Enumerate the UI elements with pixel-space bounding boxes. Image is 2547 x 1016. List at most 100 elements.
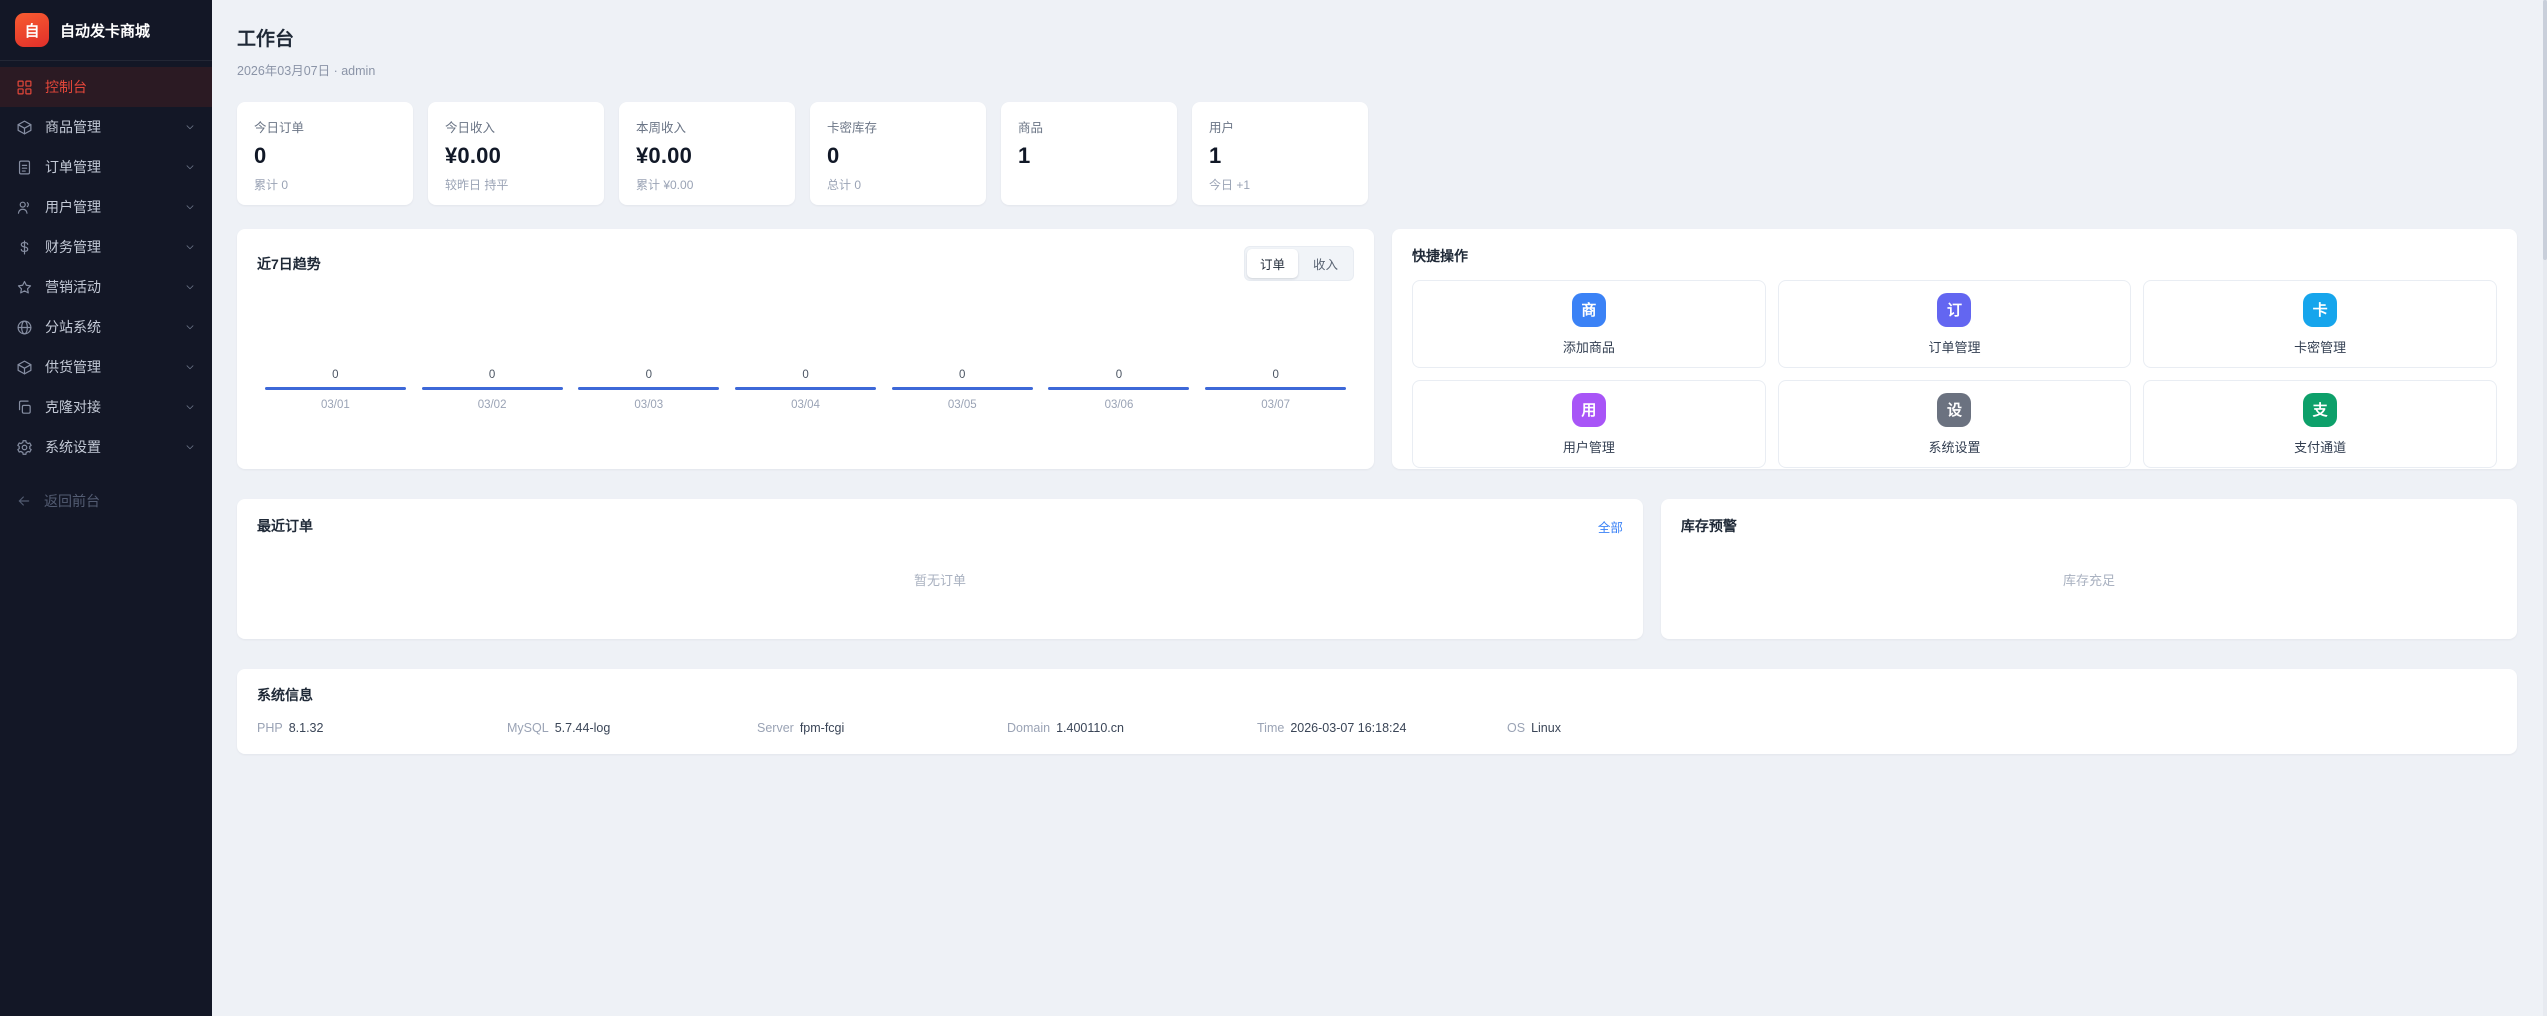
- chart-tick-label: 03/02: [414, 399, 571, 411]
- quick-action-系统设置[interactable]: 设系统设置: [1778, 380, 2132, 468]
- gear-icon: [16, 439, 33, 456]
- sidebar-item-营销活动[interactable]: 营销活动: [0, 267, 212, 307]
- chart-bar: [1048, 387, 1189, 390]
- system-info-card: 系统信息 PHP8.1.32MySQL 5.7.44-log Serverfpm-f…: [237, 669, 2517, 754]
- chart-column: 003/03: [570, 369, 727, 411]
- box-icon: [16, 119, 33, 136]
- app-root: 自 自动发卡商城 控制台商品管理订单管理用户管理财务管理营销活动分站系统供货管理…: [0, 0, 2547, 1016]
- stat-card-卡密库存: 卡密库存0总计 0: [810, 102, 986, 205]
- sidebar-item-label: 用户管理: [45, 197, 172, 217]
- chart-value-label: 0: [1197, 369, 1354, 381]
- system-info-value: fpm-fcgi: [800, 721, 844, 735]
- quick-action-用户管理[interactable]: 用用户管理: [1412, 380, 1766, 468]
- system-info-value: 1.400110.cn: [1056, 721, 1124, 735]
- system-info-PHP: PHP8.1.32: [257, 721, 507, 735]
- quick-action-label: 订单管理: [1928, 337, 1980, 356]
- system-info-label: OS: [1507, 721, 1525, 735]
- system-info-value: 5.7.44-log: [555, 721, 611, 735]
- view-all-orders-link[interactable]: 全部: [1598, 517, 1623, 536]
- chart-bar: [578, 387, 719, 390]
- stock-alert-title: 库存预警: [1681, 516, 1737, 536]
- sidebar-item-label: 分站系统: [45, 317, 172, 337]
- chart-column: 003/01: [257, 369, 414, 411]
- sidebar-item-分站系统[interactable]: 分站系统: [0, 307, 212, 347]
- quick-action-icon: 订: [1937, 293, 1971, 327]
- system-info-Server: Serverfpm-fcgi: [757, 721, 1007, 735]
- sidebar-item-back-to-front[interactable]: 返回前台: [0, 481, 212, 521]
- stat-value: 0: [254, 143, 396, 169]
- recent-orders-title: 最近订单: [257, 516, 313, 536]
- quick-action-label: 卡密管理: [2294, 337, 2346, 356]
- trend-toggle-收入[interactable]: 收入: [1300, 249, 1351, 278]
- quick-action-支付通道[interactable]: 支支付通道: [2143, 380, 2497, 468]
- quick-actions-card: 快捷操作 商添加商品订订单管理卡卡密管理用用户管理设系统设置支支付通道: [1392, 229, 2517, 469]
- chart-column: 003/07: [1197, 369, 1354, 411]
- copy-icon: [16, 399, 33, 416]
- recent-orders-card: 最近订单 全部 暂无订单: [237, 499, 1643, 639]
- sidebar-footer-label: 返回前台: [44, 491, 100, 511]
- quick-actions-grid: 商添加商品订订单管理卡卡密管理用用户管理设系统设置支支付通道: [1412, 280, 2497, 468]
- sidebar-item-供货管理[interactable]: 供货管理: [0, 347, 212, 387]
- sidebar-item-控制台[interactable]: 控制台: [0, 67, 212, 107]
- chart-column: 003/04: [727, 369, 884, 411]
- stats-row: 今日订单0累计 0今日收入¥0.00较昨日 持平本周收入¥0.00累计 ¥0.0…: [237, 102, 2517, 205]
- stock-alert-card: 库存预警 库存充足: [1661, 499, 2517, 639]
- sidebar-item-用户管理[interactable]: 用户管理: [0, 187, 212, 227]
- stat-card-本周收入: 本周收入¥0.00累计 ¥0.00: [619, 102, 795, 205]
- quick-action-icon: 支: [2303, 393, 2337, 427]
- system-info-value: Linux: [1531, 721, 1561, 735]
- chart-bar: [1205, 387, 1346, 390]
- app-title: 自动发卡商城: [60, 20, 150, 41]
- system-info-label: MySQL: [507, 721, 549, 735]
- sidebar-item-财务管理[interactable]: 财务管理: [0, 227, 212, 267]
- quick-action-卡密管理[interactable]: 卡卡密管理: [2143, 280, 2497, 368]
- stat-value: 0: [827, 143, 969, 169]
- sidebar-item-label: 商品管理: [45, 117, 172, 137]
- system-info-label: Domain: [1007, 721, 1050, 735]
- sidebar-item-系统设置[interactable]: 系统设置: [0, 427, 212, 467]
- app-logo-char: 自: [24, 20, 39, 41]
- page-subtitle: 2026年03月07日 · admin: [237, 60, 2517, 79]
- chart-value-label: 0: [1041, 369, 1198, 381]
- stat-label: 商品: [1018, 117, 1160, 136]
- chart-tick-label: 03/05: [884, 399, 1041, 411]
- chart-column: 0 03/06: [1041, 369, 1198, 411]
- system-info-MySQL: MySQL 5.7.44-log: [507, 721, 757, 735]
- page-title: 工作台: [237, 24, 2517, 51]
- chevron-down-icon: [184, 281, 196, 293]
- stat-value: ¥0.00: [445, 143, 587, 169]
- arrow-left-icon: [16, 493, 32, 509]
- chart-bar: [735, 387, 876, 390]
- quick-action-label: 用户管理: [1563, 437, 1615, 456]
- chart-tick-label: 03/06: [1041, 399, 1198, 411]
- quick-action-icon: 用: [1572, 393, 1606, 427]
- trend-card: 近7日趋势 订单收入 003/01003/02003/03003/04003/0…: [237, 229, 1374, 469]
- quick-action-添加商品[interactable]: 商添加商品: [1412, 280, 1766, 368]
- stat-card-今日收入: 今日收入¥0.00较昨日 持平: [428, 102, 604, 205]
- trend-card-header: 近7日趋势 订单收入: [257, 246, 1354, 281]
- stat-subtext: 累计 0: [254, 176, 396, 193]
- quick-action-订单管理[interactable]: 订订单管理: [1778, 280, 2132, 368]
- chart-value-label: 0: [570, 369, 727, 381]
- chart-value-label: 0: [257, 369, 414, 381]
- scrollbar-thumb[interactable]: [2543, 0, 2547, 260]
- sidebar-item-label: 克隆对接: [45, 397, 172, 417]
- stat-subtext: 累计 ¥0.00: [636, 176, 778, 193]
- trend-toggle-group: 订单收入: [1244, 246, 1354, 281]
- dashboard-icon: [16, 79, 33, 96]
- lists-row: 最近订单 全部 暂无订单 库存预警 库存充足: [237, 499, 2517, 639]
- stat-subtext: 总计 0: [827, 176, 969, 193]
- system-info-title: 系统信息: [257, 685, 2497, 705]
- stat-subtext: [1018, 176, 1160, 190]
- sidebar-item-商品管理[interactable]: 商品管理: [0, 107, 212, 147]
- recent-orders-header: 最近订单 全部: [257, 516, 1623, 536]
- chart-column: 003/02: [414, 369, 571, 411]
- sidebar: 自 自动发卡商城 控制台商品管理订单管理用户管理财务管理营销活动分站系统供货管理…: [0, 0, 212, 1016]
- sidebar-item-订单管理[interactable]: 订单管理: [0, 147, 212, 187]
- stat-label: 用户: [1209, 117, 1351, 136]
- sidebar-item-克隆对接[interactable]: 克隆对接: [0, 387, 212, 427]
- scrollbar[interactable]: [2543, 0, 2547, 1016]
- system-info-Domain: Domain 1.400110.cn: [1007, 721, 1257, 735]
- trend-toggle-订单[interactable]: 订单: [1247, 249, 1298, 278]
- app-logo[interactable]: 自 自动发卡商城: [0, 0, 212, 61]
